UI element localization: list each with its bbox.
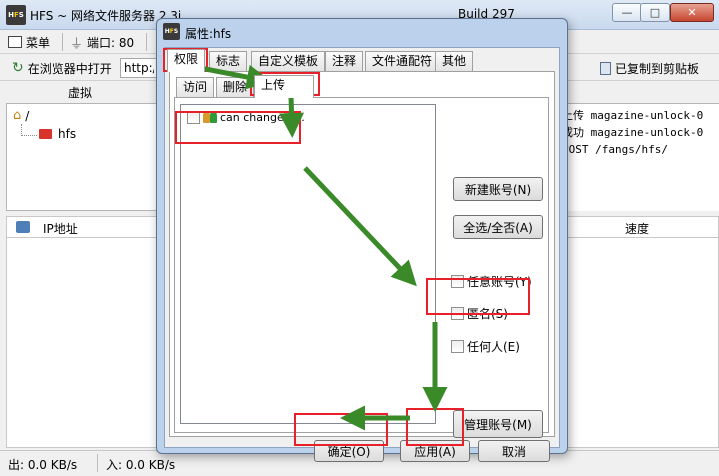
ip-column-header[interactable]: IP地址 <box>43 220 78 237</box>
log-area: 上传 magazine-unlock-0 成功 magazine-unlock-… <box>556 103 719 211</box>
tab-other[interactable]: 其他 <box>435 51 474 71</box>
select-all-button[interactable]: 全选/全否(A) <box>453 215 543 239</box>
anyone-checkbox[interactable] <box>451 340 464 353</box>
tab-comment[interactable]: 注释 <box>325 51 364 71</box>
tab-permissions[interactable]: 权限 <box>167 49 206 72</box>
new-account-button[interactable]: 新建账号(N) <box>453 177 543 201</box>
highlight-box <box>175 111 301 144</box>
subtab-upload[interactable]: 上传 <box>254 75 314 98</box>
url-input[interactable] <box>120 58 158 78</box>
hfs-logo-icon: HFS <box>6 5 26 25</box>
copied-to-clipboard-button[interactable]: 已复制到剪贴板 <box>600 58 699 78</box>
menu-icon <box>8 36 22 48</box>
menu-label: 菜单 <box>26 35 51 50</box>
menu-button[interactable]: 菜单 <box>8 32 50 52</box>
port-button[interactable]: ⏚ 端口: 80 <box>70 32 134 52</box>
home-icon: ⌂ <box>13 108 22 123</box>
vfs-tree[interactable]: ⌂ / hfs <box>6 103 158 211</box>
open-in-browser-button[interactable]: ↻ 在浏览器中打开 <box>12 58 112 78</box>
dialog-title: 属性:hfs <box>185 27 232 41</box>
account-list[interactable]: can change p... <box>180 104 436 424</box>
close-button[interactable]: ✕ <box>670 3 714 22</box>
port-label: 端口: 80 <box>87 35 135 50</box>
clipboard-icon <box>600 61 611 75</box>
folder-icon <box>39 129 52 139</box>
copied-label: 已复制到剪贴板 <box>615 61 700 76</box>
tree-root-label: / <box>25 108 30 123</box>
upload-panel: can change p... 新建账号(N) 全选/全否(A) 任意账号(Y)… <box>174 97 549 438</box>
toolbar-divider <box>146 33 147 51</box>
maximize-button[interactable]: □ <box>640 3 670 22</box>
tree-root-item[interactable]: ⌂ / <box>13 108 29 123</box>
manage-accounts-button[interactable]: 管理账号(M) <box>453 410 543 438</box>
refresh-arrow-icon: ↻ <box>12 60 24 76</box>
minimize-icon: — <box>621 6 633 19</box>
hfs-logo-icon: HFS <box>163 23 180 40</box>
upload-speed: 出: 0.0 KB/s <box>8 458 78 472</box>
subtab-delete[interactable]: 删除 <box>216 77 255 97</box>
status-divider <box>97 454 98 472</box>
tab-file-mask[interactable]: 文件通配符 <box>365 51 440 71</box>
log-line: 上传 magazine-unlock-0 <box>562 109 704 122</box>
vfs-header: 虚拟 <box>67 86 92 100</box>
highlight-box <box>426 278 530 315</box>
toolbar-divider <box>62 33 63 51</box>
tree-item-label: hfs <box>58 127 77 141</box>
highlight-box <box>406 408 464 446</box>
log-line: 成功 magazine-unlock-0 <box>562 126 704 139</box>
log-line: POST /fangs/hfs/ <box>562 143 668 156</box>
plug-icon: ⏚ <box>70 36 84 52</box>
tree-connector <box>21 135 37 136</box>
download-speed: 入: 0.0 KB/s <box>106 458 176 472</box>
open-in-browser-label: 在浏览器中打开 <box>27 61 112 76</box>
cancel-button[interactable]: 取消 <box>478 440 550 462</box>
network-icon <box>16 221 30 233</box>
close-icon: ✕ <box>687 6 697 19</box>
tree-item-hfs[interactable]: hfs <box>39 127 76 141</box>
anyone-option[interactable]: 任何人(E) <box>451 338 520 355</box>
subtab-access[interactable]: 访问 <box>176 77 215 97</box>
minimize-button[interactable]: — <box>612 3 642 22</box>
tab-custom-template[interactable]: 自定义模板 <box>251 51 326 71</box>
speed-column-header[interactable]: 速度 <box>625 220 649 237</box>
anyone-label: 任何人(E) <box>467 340 520 354</box>
highlight-box <box>294 413 388 446</box>
properties-dialog: HFS 属性:hfs 权限 标志 自定义模板 注释 文件通配符 其他 访问 删除… <box>156 18 568 462</box>
tab-flags[interactable]: 标志 <box>209 51 248 71</box>
dialog-body: 权限 标志 自定义模板 注释 文件通配符 其他 访问 删除 上传 can cha <box>164 47 560 462</box>
maximize-icon: □ <box>649 6 661 19</box>
